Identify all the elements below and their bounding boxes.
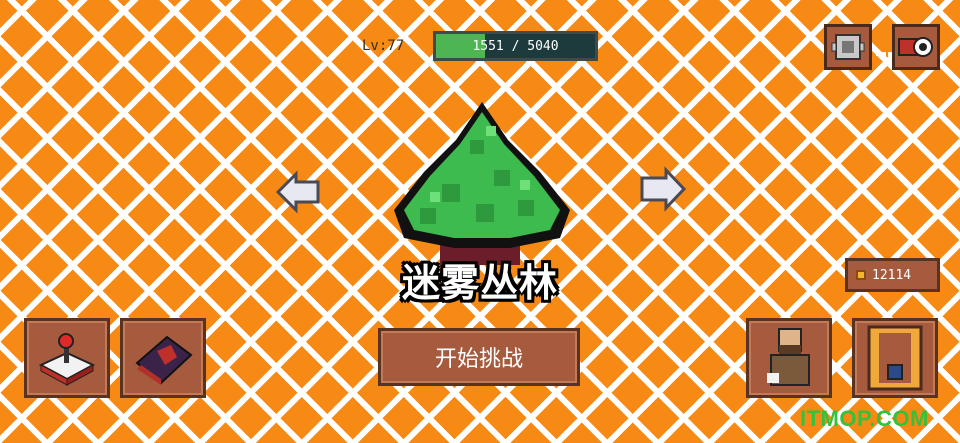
xp-bar: 1551 / 5040: [433, 31, 598, 61]
previous-stage-button[interactable]: [275, 168, 322, 220]
gear-icon: [831, 34, 865, 60]
player-level: Lv:77: [362, 38, 405, 54]
backpack-icon: [867, 325, 923, 391]
spellbook-icon: [135, 335, 193, 385]
camera-icon: [898, 37, 933, 57]
stage-forest-art: [390, 100, 574, 274]
watermark: ITMOP.COM: [800, 406, 929, 431]
start-challenge-button[interactable]: 开始挑战: [378, 328, 580, 386]
tree-icon: [394, 102, 570, 265]
settings-button[interactable]: [824, 24, 872, 70]
currency-display: 12114: [845, 258, 940, 292]
record-button[interactable]: [892, 24, 940, 70]
character-icon: [767, 328, 810, 386]
arcade-button[interactable]: [24, 318, 110, 398]
currency-amount: 12114: [872, 267, 912, 283]
joystick-icon: [38, 333, 96, 386]
coin-icon: [856, 270, 866, 280]
next-stage-button[interactable]: [638, 164, 687, 218]
xp-text: 1551 / 5040: [472, 38, 559, 54]
inventory-button[interactable]: [852, 318, 938, 398]
arrow-left-icon: [275, 170, 320, 214]
character-button[interactable]: [746, 318, 832, 398]
more-dots: [876, 42, 892, 56]
arrow-right-icon: [640, 166, 687, 212]
stage-title: 迷雾丛林: [401, 261, 558, 305]
spellbook-button[interactable]: [120, 318, 206, 398]
